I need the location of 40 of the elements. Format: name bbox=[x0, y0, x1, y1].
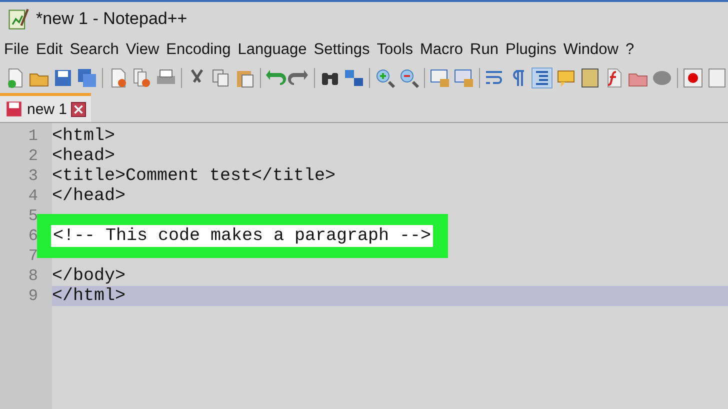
line-number: 3 bbox=[27, 167, 39, 185]
copy-icon[interactable] bbox=[210, 67, 232, 89]
menu-item[interactable]: ? bbox=[625, 41, 634, 59]
line-number: 4 bbox=[27, 187, 39, 205]
save-icon[interactable] bbox=[52, 67, 74, 89]
menu-item[interactable]: Plugins bbox=[505, 41, 556, 59]
zoom-out-icon[interactable] bbox=[398, 67, 420, 89]
menu-item[interactable]: View bbox=[126, 41, 160, 59]
line-number: 7 bbox=[27, 247, 39, 265]
zoom-in-icon[interactable] bbox=[374, 67, 396, 89]
menu-item[interactable]: Tools bbox=[376, 41, 413, 59]
indent-guide-icon[interactable] bbox=[531, 67, 554, 89]
menu-item[interactable]: Edit bbox=[36, 41, 63, 59]
line-number: 6 bbox=[27, 227, 39, 245]
menu-item[interactable]: Search bbox=[70, 41, 119, 59]
code-line: </html> bbox=[52, 286, 126, 306]
line-number: 8 bbox=[27, 267, 39, 285]
line-number: 9 bbox=[27, 287, 39, 305]
record-icon[interactable] bbox=[682, 67, 704, 89]
code-line: <head> bbox=[52, 146, 116, 166]
code-line: <html> bbox=[52, 126, 116, 146]
menu-item[interactable]: Run bbox=[470, 41, 498, 59]
menu-item[interactable]: Settings bbox=[314, 41, 370, 59]
save-all-icon[interactable] bbox=[76, 67, 98, 89]
code-line: <title>Comment test</title> bbox=[52, 166, 336, 186]
close-icon[interactable] bbox=[71, 102, 86, 116]
close-all-icon[interactable] bbox=[130, 67, 153, 89]
menu-item[interactable]: Window bbox=[563, 41, 618, 59]
line-number: 1 bbox=[27, 127, 39, 145]
code-line: </head> bbox=[52, 186, 126, 206]
code-line: </body> bbox=[52, 266, 126, 286]
window-title: *new 1 - Notepad++ bbox=[36, 9, 188, 29]
notepad-icon bbox=[6, 7, 30, 31]
menu-item[interactable]: Macro bbox=[420, 41, 464, 59]
line-number: 5 bbox=[27, 207, 39, 225]
line-number: 2 bbox=[27, 147, 39, 165]
menu-item[interactable]: File bbox=[4, 41, 29, 59]
menu-item[interactable]: Language bbox=[238, 41, 307, 59]
file-tab[interactable]: new 1 bbox=[0, 93, 92, 122]
menu-item[interactable]: Encoding bbox=[166, 41, 231, 59]
